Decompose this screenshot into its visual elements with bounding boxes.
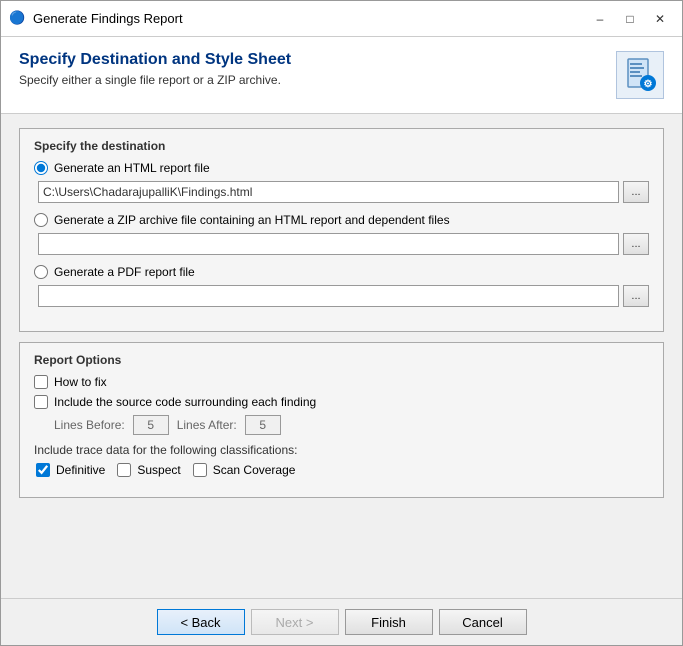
content-area: Specify the destination Generate an HTML… xyxy=(1,114,682,598)
classifications-row: Definitive Suspect Scan Coverage xyxy=(36,463,649,483)
report-options-label: Report Options xyxy=(34,353,649,367)
html-file-row: ... xyxy=(38,181,649,203)
lines-after-label: Lines After: xyxy=(177,418,237,432)
suspect-label[interactable]: Suspect xyxy=(137,463,180,477)
minimize-button[interactable]: – xyxy=(586,8,614,30)
suspect-row: Suspect xyxy=(117,463,180,477)
destination-group-label: Specify the destination xyxy=(34,139,649,153)
page-subtitle: Specify either a single file report or a… xyxy=(19,73,616,87)
definitive-label[interactable]: Definitive xyxy=(56,463,105,477)
back-button[interactable]: < Back xyxy=(157,609,245,635)
cancel-button[interactable]: Cancel xyxy=(439,609,527,635)
lines-before-label: Lines Before: xyxy=(54,418,125,432)
lines-after-input[interactable] xyxy=(245,415,281,435)
pdf-radio-row: Generate a PDF report file xyxy=(34,265,649,279)
definitive-row: Definitive xyxy=(36,463,105,477)
report-options-group: Report Options How to fix Include the so… xyxy=(19,342,664,498)
zip-radio-label[interactable]: Generate a ZIP archive file containing a… xyxy=(54,213,450,227)
zip-file-row: ... xyxy=(38,233,649,255)
zip-browse-button[interactable]: ... xyxy=(623,233,649,255)
pdf-file-row: ... xyxy=(38,285,649,307)
trace-label: Include trace data for the following cla… xyxy=(34,443,649,457)
title-bar: 🔵 Generate Findings Report – □ ✕ xyxy=(1,1,682,37)
source-code-row: Include the source code surrounding each… xyxy=(34,395,649,409)
html-browse-button[interactable]: ... xyxy=(623,181,649,203)
how-to-fix-checkbox[interactable] xyxy=(34,375,48,389)
finish-button[interactable]: Finish xyxy=(345,609,433,635)
main-window: 🔵 Generate Findings Report – □ ✕ Specify… xyxy=(0,0,683,646)
lines-row: Lines Before: Lines After: xyxy=(54,415,649,435)
how-to-fix-row: How to fix xyxy=(34,375,649,389)
html-radio[interactable] xyxy=(34,161,48,175)
lines-before-input[interactable] xyxy=(133,415,169,435)
document-icon: ⚙ xyxy=(622,57,658,93)
source-code-checkbox[interactable] xyxy=(34,395,48,409)
window-title: Generate Findings Report xyxy=(33,11,580,26)
title-bar-controls: – □ ✕ xyxy=(586,8,674,30)
html-radio-row: Generate an HTML report file xyxy=(34,161,649,175)
svg-text:⚙: ⚙ xyxy=(644,79,653,90)
html-radio-label[interactable]: Generate an HTML report file xyxy=(54,161,210,175)
destination-group: Specify the destination Generate an HTML… xyxy=(19,128,664,332)
close-button[interactable]: ✕ xyxy=(646,8,674,30)
pdf-radio[interactable] xyxy=(34,265,48,279)
next-button[interactable]: Next > xyxy=(251,609,339,635)
scan-coverage-label[interactable]: Scan Coverage xyxy=(213,463,296,477)
header-icon: ⚙ xyxy=(616,51,664,99)
header-section: Specify Destination and Style Sheet Spec… xyxy=(1,37,682,114)
pdf-radio-label[interactable]: Generate a PDF report file xyxy=(54,265,195,279)
zip-radio[interactable] xyxy=(34,213,48,227)
header-text: Specify Destination and Style Sheet Spec… xyxy=(19,51,616,87)
suspect-checkbox[interactable] xyxy=(117,463,131,477)
zip-file-input[interactable] xyxy=(38,233,619,255)
app-icon: 🔵 xyxy=(9,10,27,28)
html-file-input[interactable] xyxy=(38,181,619,203)
page-title: Specify Destination and Style Sheet xyxy=(19,51,616,69)
pdf-browse-button[interactable]: ... xyxy=(623,285,649,307)
definitive-checkbox[interactable] xyxy=(36,463,50,477)
how-to-fix-label[interactable]: How to fix xyxy=(54,375,107,389)
scan-coverage-row: Scan Coverage xyxy=(193,463,296,477)
pdf-file-input[interactable] xyxy=(38,285,619,307)
maximize-button[interactable]: □ xyxy=(616,8,644,30)
footer: < Back Next > Finish Cancel xyxy=(1,598,682,645)
zip-radio-row: Generate a ZIP archive file containing a… xyxy=(34,213,649,227)
scan-coverage-checkbox[interactable] xyxy=(193,463,207,477)
source-code-label[interactable]: Include the source code surrounding each… xyxy=(54,395,316,409)
